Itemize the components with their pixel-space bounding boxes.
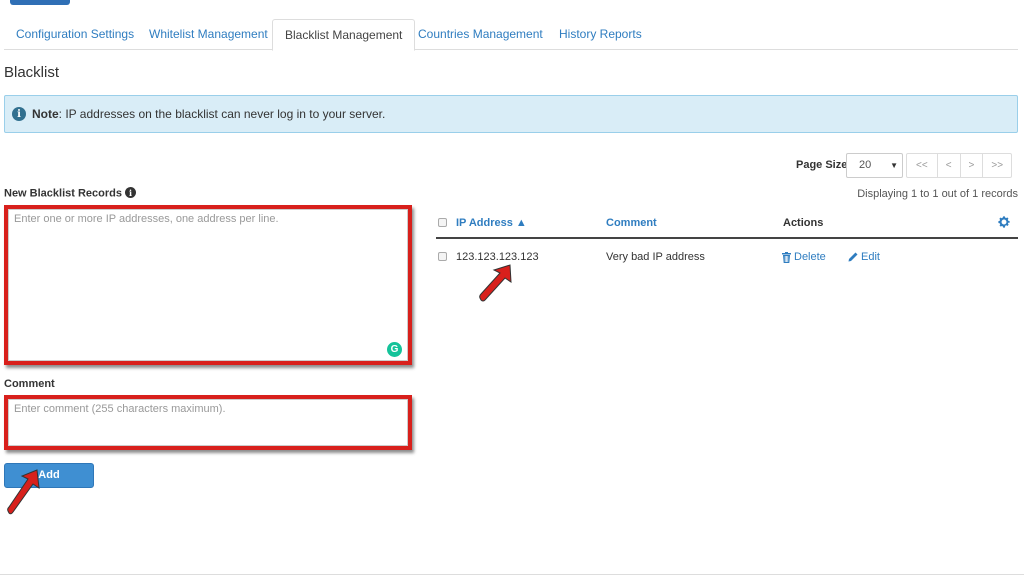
chevron-down-icon: ▼ [890, 161, 898, 170]
tab-countries-management[interactable]: Countries Management [406, 19, 555, 50]
first-page-button[interactable]: << [907, 154, 937, 177]
note-text: : IP addresses on the blacklist can neve… [58, 107, 386, 121]
red-arrow-icon [7, 469, 40, 515]
gear-icon[interactable] [997, 215, 1011, 229]
footer-divider [0, 574, 1024, 575]
pencil-icon [848, 252, 858, 262]
top-button-stub[interactable] [10, 0, 70, 5]
page-title: Blacklist [4, 64, 60, 81]
tab-configuration-settings[interactable]: Configuration Settings [4, 19, 146, 50]
page-size-label: Page Size [796, 159, 848, 171]
comment-textarea[interactable] [8, 399, 408, 446]
trash-icon [782, 251, 791, 263]
delete-label: Delete [794, 251, 826, 263]
records-highlight-box: G [4, 205, 412, 365]
page-size-select[interactable]: 20 ▼ [846, 153, 903, 178]
records-count: Displaying 1 to 1 out of 1 records [857, 188, 1018, 200]
last-page-button[interactable]: >> [982, 154, 1011, 177]
grammarly-icon[interactable]: G [387, 342, 402, 357]
column-actions: Actions [783, 217, 824, 229]
next-page-button[interactable]: > [959, 154, 983, 177]
row-checkbox[interactable] [438, 252, 447, 261]
edit-link[interactable]: Edit [848, 251, 880, 263]
note-label: Note [32, 107, 59, 121]
table-row: 123.123.123.123 Very bad IP address Dele… [436, 240, 1018, 274]
pagination: << < > >> [906, 153, 1013, 178]
note-alert: i Note : IP addresses on the blacklist c… [4, 95, 1018, 133]
prev-page-button[interactable]: < [936, 154, 960, 177]
page-size-value: 20 [859, 159, 872, 171]
help-info-icon[interactable]: i [125, 187, 136, 198]
delete-link[interactable]: Delete [782, 251, 826, 263]
red-arrow-icon [479, 264, 512, 302]
info-circle-icon: i [12, 107, 26, 121]
records-label-text: New Blacklist Records [4, 187, 122, 200]
tab-bar: Configuration Settings Whitelist Managem… [4, 19, 1018, 51]
tab-whitelist-management[interactable]: Whitelist Management [137, 19, 280, 50]
edit-label: Edit [861, 251, 880, 263]
column-comment[interactable]: Comment [606, 217, 657, 229]
table-header: IP Address ▲ Comment Actions [436, 212, 1018, 239]
tab-history-reports[interactable]: History Reports [547, 19, 654, 50]
tab-blacklist-management[interactable]: Blacklist Management [272, 19, 416, 51]
column-ip-address[interactable]: IP Address ▲ [456, 217, 527, 229]
comment-label: Comment [4, 378, 55, 390]
records-label: New Blacklist Records i [4, 187, 136, 200]
records-textarea[interactable] [8, 209, 408, 361]
comment-highlight-box [4, 395, 412, 450]
select-all-checkbox[interactable] [438, 218, 447, 227]
row-comment: Very bad IP address [606, 251, 705, 263]
